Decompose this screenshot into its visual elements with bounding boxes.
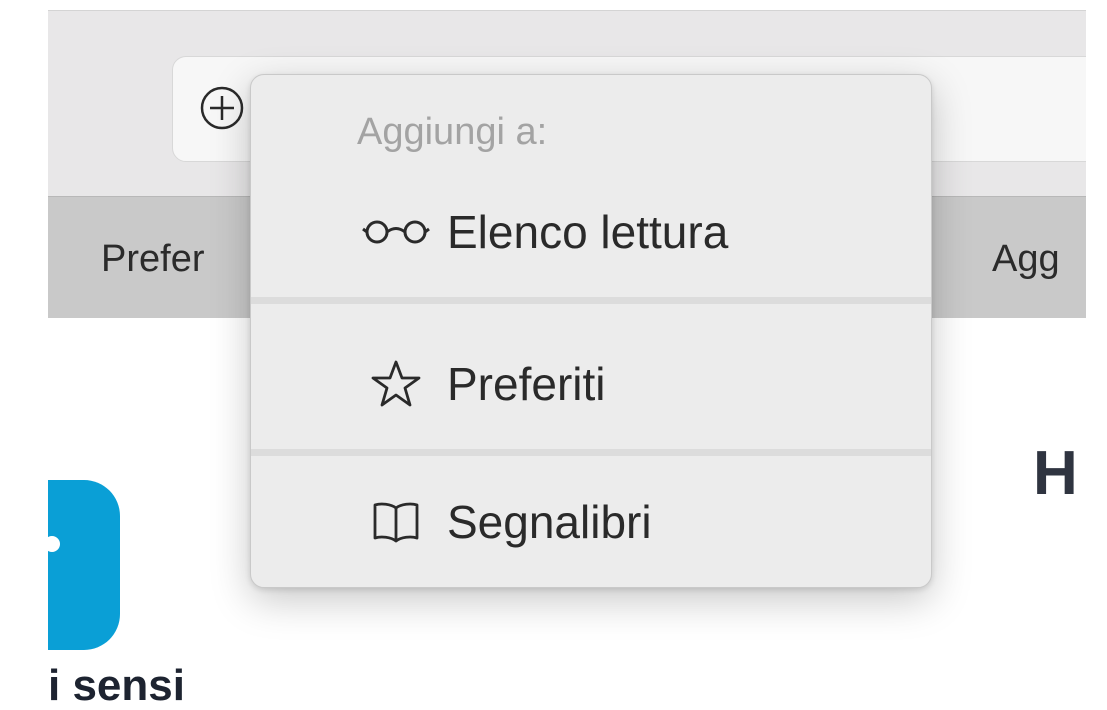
site-logo-dot xyxy=(44,536,60,552)
page-text-fragment: i sensi xyxy=(48,661,185,710)
star-outline-icon xyxy=(351,339,441,429)
reading-list-glasses-icon xyxy=(351,187,441,277)
open-book-icon xyxy=(351,477,441,567)
plus-circle-icon[interactable] xyxy=(196,82,248,134)
menu-divider xyxy=(251,449,931,456)
left-margin xyxy=(0,0,48,692)
menu-divider xyxy=(251,297,931,304)
add-to-popup-menu: Aggiungi a: Elenco lettura Preferiti Seg… xyxy=(250,74,932,588)
favorites-bar-item-right[interactable]: Agg xyxy=(992,238,1060,281)
menu-item-label: Preferiti xyxy=(447,358,606,410)
menu-item-bookmarks[interactable]: Segnalibri xyxy=(251,477,931,567)
page-heading: H xyxy=(1033,439,1078,508)
popup-header: Aggiungi a: xyxy=(357,111,548,153)
right-margin xyxy=(1086,0,1107,692)
menu-item-label: Elenco lettura xyxy=(447,206,729,258)
favorites-bar-item-left[interactable]: Prefer xyxy=(101,238,204,281)
menu-item-label: Segnalibri xyxy=(447,496,652,548)
menu-item-favorites[interactable]: Preferiti xyxy=(251,339,931,429)
menu-item-reading-list[interactable]: Elenco lettura xyxy=(251,187,931,277)
